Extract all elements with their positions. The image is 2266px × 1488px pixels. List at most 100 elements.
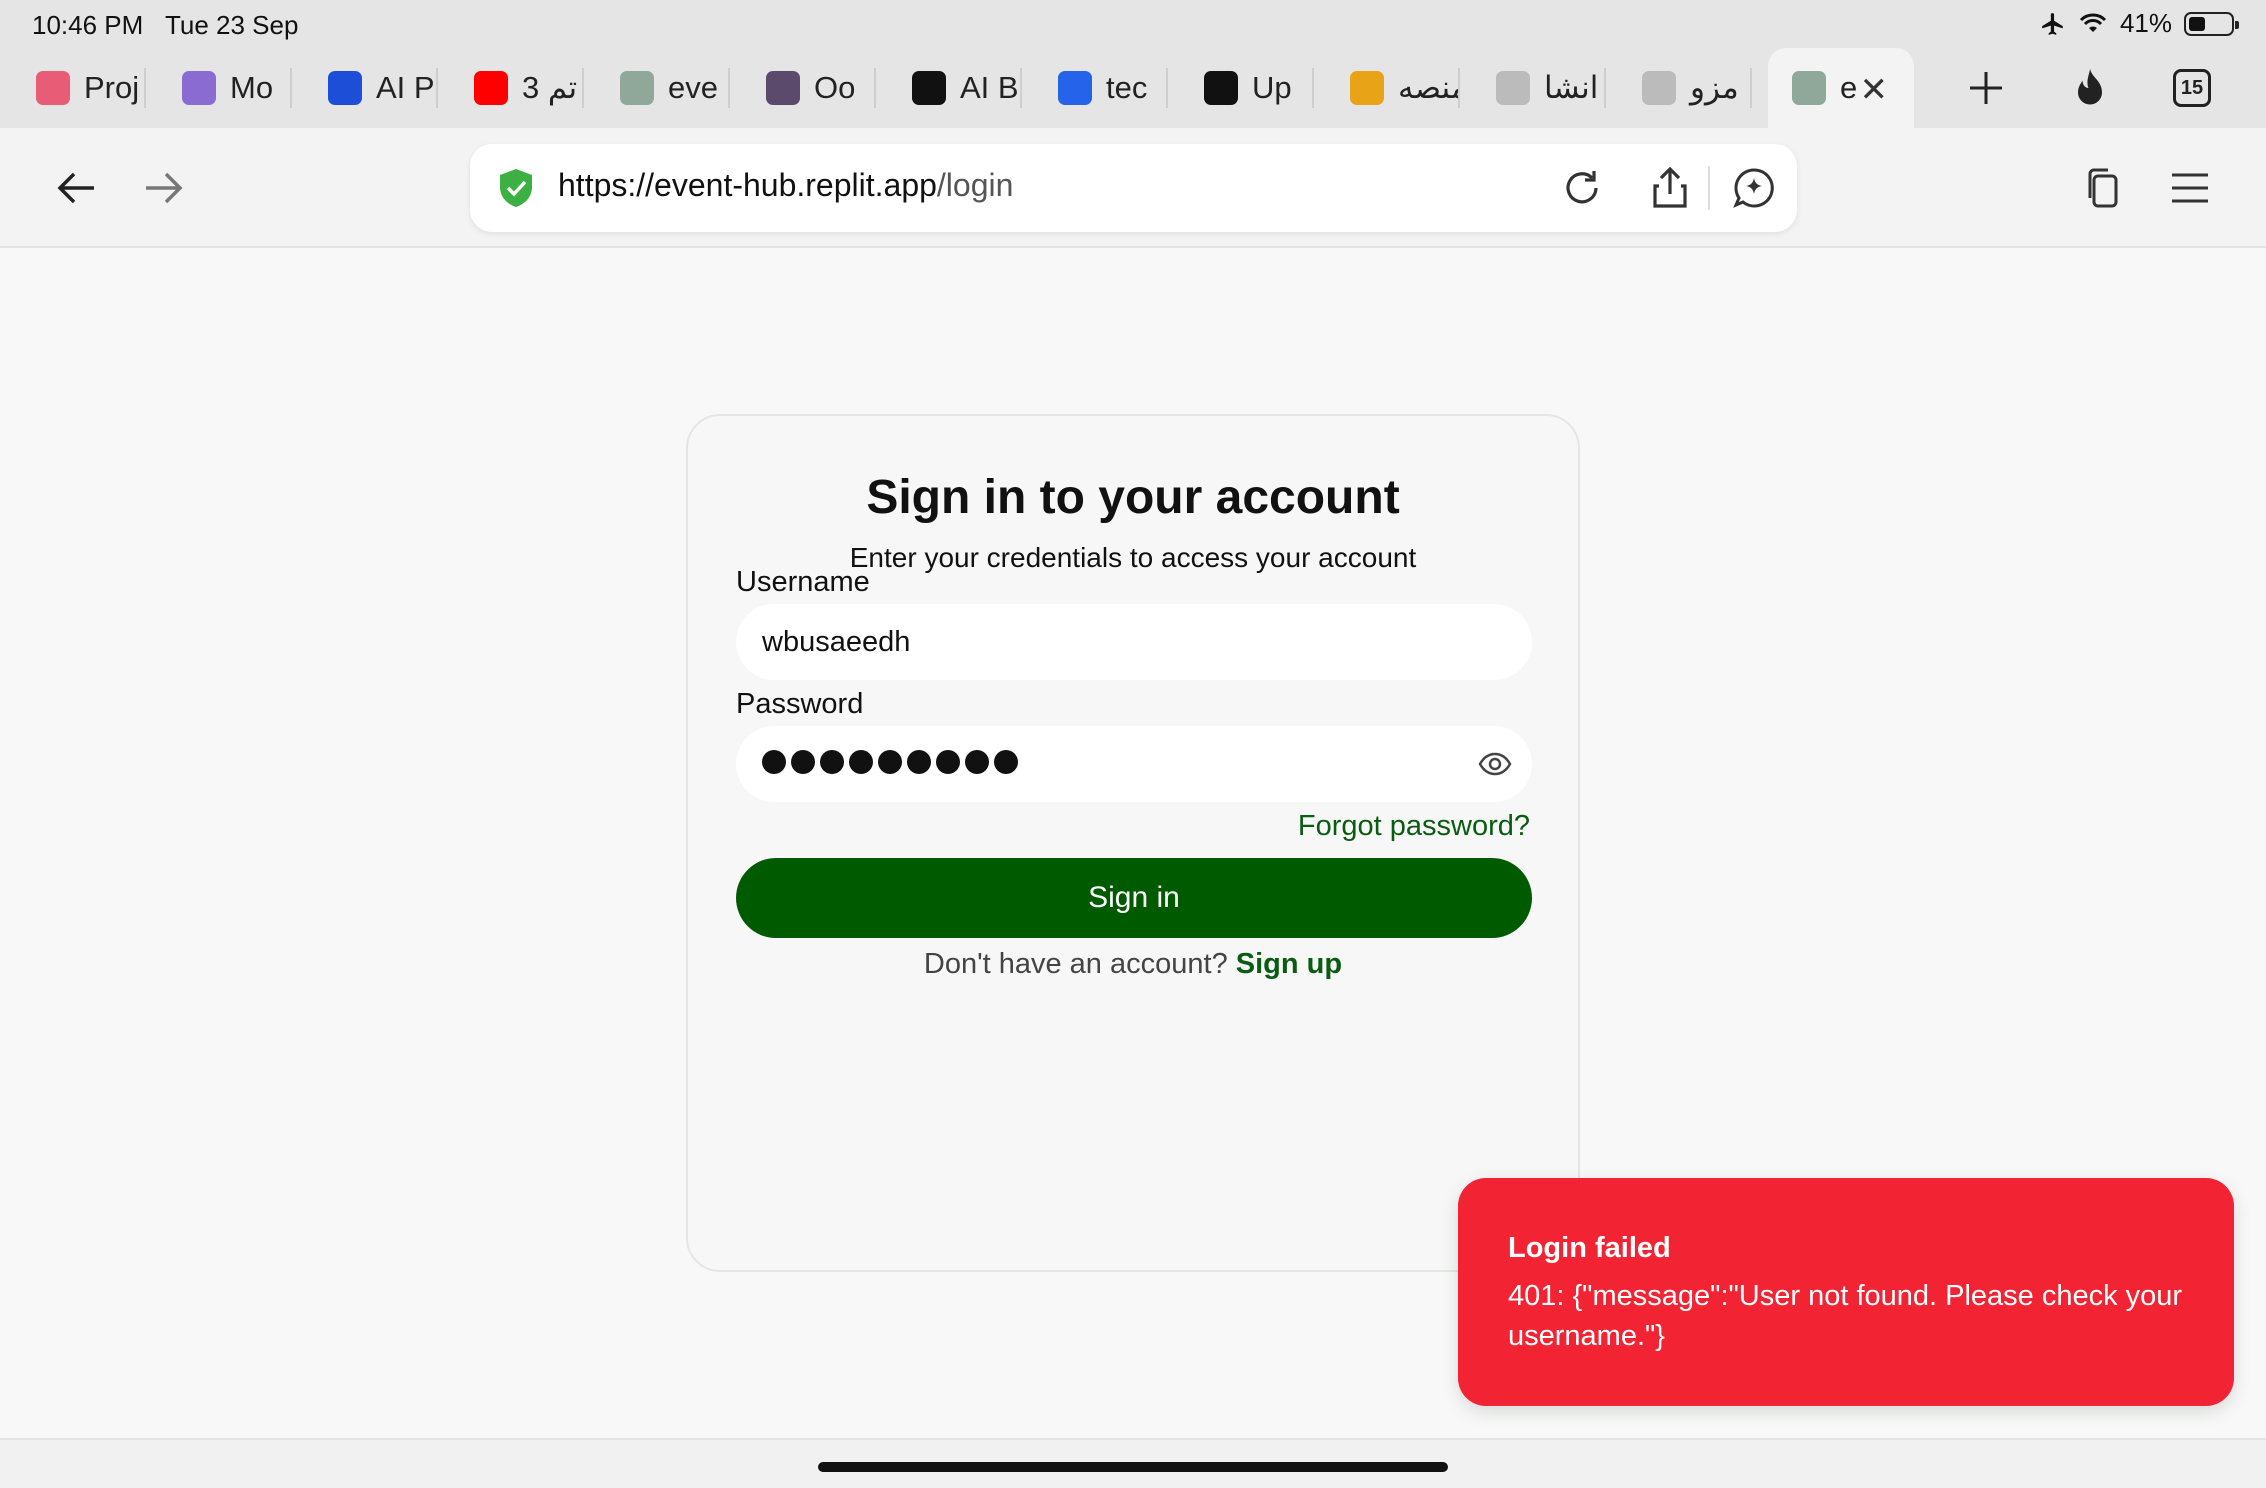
signup-prompt: Don't have an account? Sign up [688,948,1578,981]
password-dot [994,750,1018,774]
error-toast[interactable]: Login failed 401: {"message":"User not f… [1458,1178,2234,1406]
password-input[interactable] [736,726,1532,802]
password-dot [849,750,873,774]
status-time: 10:46 PM Tue 23 Sep [32,10,298,41]
address-bar[interactable]: https://event-hub.replit.app/login [470,144,1797,232]
home-indicator[interactable] [818,1462,1448,1472]
tab-count-button[interactable]: 15 [2164,60,2220,116]
ev-icon [620,71,654,105]
arrow-left-icon [57,172,94,204]
pm-icon [328,71,362,105]
back-button[interactable] [46,158,106,218]
toast-title: Login failed [1508,1232,1671,1264]
username-input[interactable] [736,604,1532,680]
tab-count: 15 [2180,76,2204,99]
sign-up-link[interactable]: Sign up [1236,948,1342,980]
sparkle-chat-icon [1733,168,1774,208]
tab-separator [1750,68,1752,108]
upwork-icon [1204,71,1238,105]
airplane-icon [2042,12,2063,35]
status-date: Tue 23 Sep [164,10,299,40]
shield-check-icon [500,169,532,207]
tab-label: Proj [84,70,140,105]
username-label: Username [736,566,870,598]
status-right: 41% [2040,8,2239,39]
tab-label: AI B [960,70,1019,105]
tab-3[interactable]: AI P [292,48,438,128]
url-domain: https://event-hub.replit.app [558,167,937,203]
tab-8[interactable]: tec [1022,48,1168,128]
new-tab-button[interactable] [1958,60,2014,116]
forgot-password-link[interactable]: Forgot password? [1298,810,1530,843]
hamburger-icon [2172,173,2208,203]
tab-2[interactable]: Mo [146,48,292,128]
tab-4[interactable]: 3 تم [438,48,584,128]
copy-pages-icon [2088,168,2118,208]
eye-icon [1478,752,1512,776]
password-label: Password [736,688,864,720]
tab-count-icon: 15 [2173,69,2211,107]
tab-label: Up [1252,70,1292,105]
reload-button[interactable] [1556,162,1608,214]
url-path: /login [936,167,1014,203]
no-account-text: Don't have an account? [923,948,1228,980]
tab-12[interactable]: مزو [1606,48,1752,128]
toggle-password-visibility[interactable] [1476,745,1514,783]
tab-label: Oo [814,70,856,105]
password-dot [878,750,902,774]
close-tab-icon[interactable]: ✕ [1860,70,1889,110]
password-dot [965,750,989,774]
menu-button[interactable] [2160,158,2220,218]
share-button[interactable] [1644,162,1696,214]
battery-percent: 41% [2119,8,2172,38]
flame-button[interactable] [2062,60,2118,116]
status-bar: 10:46 PM Tue 23 Sep 41% [0,0,2266,48]
tab-label: 3 تم [522,70,578,105]
tab-6[interactable]: Oo [730,48,876,128]
wifi-icon [2079,13,2107,32]
arrow-right-icon [146,172,183,204]
toast-message: 401: {"message":"User not found. Please … [1508,1280,2183,1352]
tech-icon [1058,71,1092,105]
brain-icon [182,71,216,105]
flame-icon [2078,68,2102,105]
generic-icon [1642,71,1676,105]
password-dot [907,750,931,774]
ai-chat-button[interactable] [1728,162,1780,214]
password-dot [820,750,844,774]
tab-label: eve [668,70,718,105]
tab-label: e [1840,70,1858,105]
rocket-icon [912,71,946,105]
sign-in-button[interactable]: Sign in [736,858,1532,938]
status-clock: 10:46 PM [32,10,144,40]
forward-button[interactable] [134,158,194,218]
url-text: https://event-hub.replit.app/login [558,167,1013,204]
bookmarks-button[interactable] [2072,158,2132,218]
tab-bar: 15 Proj Mo AI P 3 تم eve Oo AI B tec Up منصه انشا م… [0,48,2266,128]
page-title: Sign in to your account [866,471,1400,524]
password-dot [762,750,786,774]
tab-1[interactable]: Proj [0,48,146,128]
browser-toolbar: https://event-hub.replit.app/login [0,128,2266,248]
tab-9[interactable]: Up [1168,48,1314,128]
tab-label: tec [1106,70,1148,105]
tab-label: مزو [1690,70,1739,105]
ev-icon [1792,71,1826,105]
youtube-icon [474,71,508,105]
battery-icon [2184,11,2239,36]
login-card: Sign in to your account Enter your crede… [686,414,1580,1272]
tab-5[interactable]: eve [584,48,730,128]
generic-icon [1496,71,1530,105]
reload-icon [1566,171,1598,204]
project-icon [36,71,70,105]
tab-7[interactable]: AI B [876,48,1022,128]
password-mask [762,750,1018,774]
tab-11[interactable]: انشا [1460,48,1606,128]
tab-label: AI P [376,70,435,105]
share-icon [1653,166,1687,208]
palm-icon [1350,71,1384,105]
tab-13[interactable]: e ✕ [1768,48,1914,128]
address-divider [1708,166,1710,210]
tab-label: منصه [1398,70,1460,105]
tab-10[interactable]: منصه [1314,48,1460,128]
